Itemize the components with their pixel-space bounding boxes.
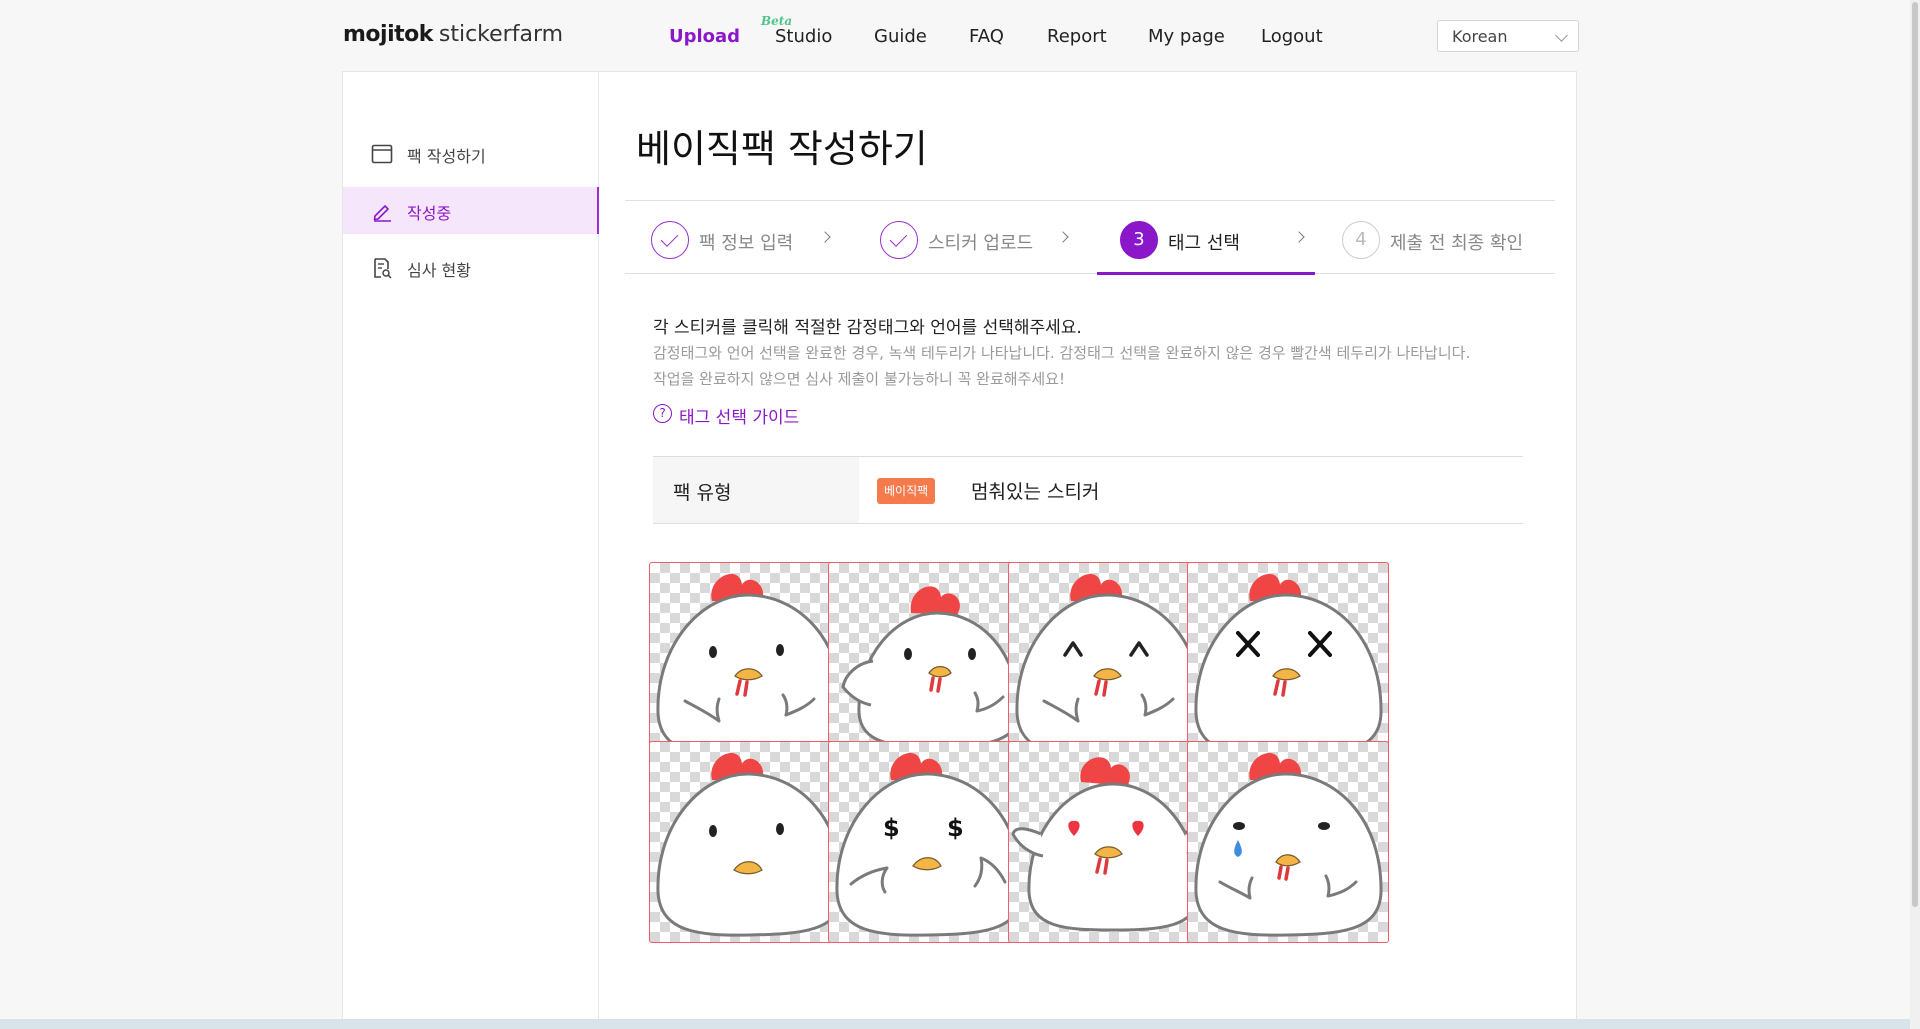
svg-text:$: $	[883, 814, 900, 842]
nav-my-page[interactable]: My page	[1148, 26, 1225, 47]
chevron-right-icon	[1293, 231, 1305, 243]
nav-logout[interactable]: Logout	[1261, 26, 1323, 47]
pack-type-header: 팩 유형	[653, 457, 859, 523]
svg-text:$: $	[947, 814, 964, 842]
nav-studio[interactable]: Studio	[775, 26, 832, 47]
chevron-right-icon	[1057, 231, 1069, 243]
chevron-down-icon	[1555, 29, 1568, 42]
description-line-1: 감정태그와 언어 선택을 완료한 경우, 녹색 테두리가 나타납니다. 감정태그…	[653, 344, 1471, 362]
language-select[interactable]: Korean	[1437, 20, 1579, 52]
pencil-icon	[373, 205, 391, 222]
check-icon	[880, 221, 918, 259]
document-search-icon	[374, 258, 392, 279]
question-icon: ?	[653, 404, 672, 423]
tag-guide-label: 태그 선택 가이드	[679, 408, 800, 428]
pack-badge: 베이직팩	[877, 478, 936, 504]
sticker-6[interactable]: $ $	[828, 741, 1030, 943]
nav-guide[interactable]: Guide	[874, 26, 927, 47]
sticker-1[interactable]	[649, 562, 851, 764]
sidebar-item-label: 팩 작성하기	[407, 147, 486, 166]
sticker-7[interactable]	[1008, 741, 1210, 943]
step-label: 팩 정보 입력	[699, 233, 794, 254]
scrollbar-thumb[interactable]	[1912, 2, 1918, 907]
language-value: Korean	[1452, 27, 1508, 46]
main-nav: Upload Studio Guide FAQ Report My page L…	[0, 26, 1920, 50]
window-icon	[371, 144, 393, 164]
chicken-sticker-image	[1015, 574, 1204, 758]
page-title: 베이직팩 작성하기	[636, 127, 928, 171]
pack-type-label: 팩 유형	[673, 482, 732, 504]
chicken-sticker-image: $ $	[835, 753, 1024, 937]
nav-faq[interactable]: FAQ	[969, 26, 1004, 47]
step-number: 3	[1120, 221, 1158, 259]
beta-badge: Beta	[761, 14, 793, 28]
main-container: 팩 작성하기 작성중 심사 현황 베이직팩 작성하기 팩 정보 입력 스티커 업…	[342, 71, 1577, 1029]
sticker-4[interactable]	[1187, 562, 1389, 764]
chicken-sticker-image	[1011, 757, 1209, 932]
content-area: 베이직팩 작성하기 팩 정보 입력 스티커 업로드 3 태그 선택 4 제출 전…	[599, 72, 1576, 1028]
sticker-8[interactable]	[1187, 741, 1389, 943]
chicken-sticker-image	[1194, 574, 1383, 758]
nav-upload[interactable]: Upload	[669, 26, 740, 47]
sidebar-item-in-progress[interactable]: 작성중	[343, 187, 599, 234]
pack-name: 멈춰있는 스티커	[971, 481, 1100, 503]
instruction-text: 각 스티커를 클릭해 적절한 감정태그와 언어를 선택해주세요.	[653, 318, 1082, 338]
sidebar-item-label: 작성중	[407, 204, 452, 223]
chicken-sticker-image	[1194, 753, 1383, 937]
sticker-2[interactable]	[828, 562, 1030, 764]
active-step-indicator	[1097, 272, 1315, 275]
step-label: 스티커 업로드	[928, 233, 1034, 254]
sidebar-item-label: 심사 현황	[407, 261, 471, 280]
sidebar-item-review-status[interactable]: 심사 현황	[343, 244, 599, 291]
step-label: 태그 선택	[1168, 233, 1240, 254]
top-header: mojitok stickerfarm Upload Studio Guide F…	[0, 0, 1920, 72]
pack-type-row: 팩 유형 베이직팩 멈춰있는 스티커	[653, 456, 1523, 524]
description-line-2: 작업을 완료하지 않으면 심사 제출이 불가능하니 꼭 완료해주세요!	[653, 370, 1065, 388]
chevron-right-icon	[819, 231, 831, 243]
sticker-3[interactable]	[1008, 562, 1210, 764]
chicken-sticker-image	[656, 753, 845, 937]
step-number: 4	[1342, 221, 1380, 259]
sticker-5[interactable]	[649, 741, 851, 943]
bottom-bar	[0, 1019, 1910, 1029]
chicken-sticker-image	[841, 586, 1021, 749]
sidebar-item-create-pack[interactable]: 팩 작성하기	[343, 130, 599, 177]
vertical-scrollbar[interactable]	[1910, 0, 1920, 1029]
sidebar: 팩 작성하기 작성중 심사 현황	[343, 72, 599, 1028]
check-icon	[651, 221, 689, 259]
nav-report[interactable]: Report	[1047, 26, 1107, 47]
chicken-sticker-image	[656, 574, 845, 758]
step-progress: 팩 정보 입력 스티커 업로드 3 태그 선택 4 제출 전 최종 확인	[625, 200, 1555, 275]
step-label: 제출 전 최종 확인	[1390, 233, 1524, 254]
